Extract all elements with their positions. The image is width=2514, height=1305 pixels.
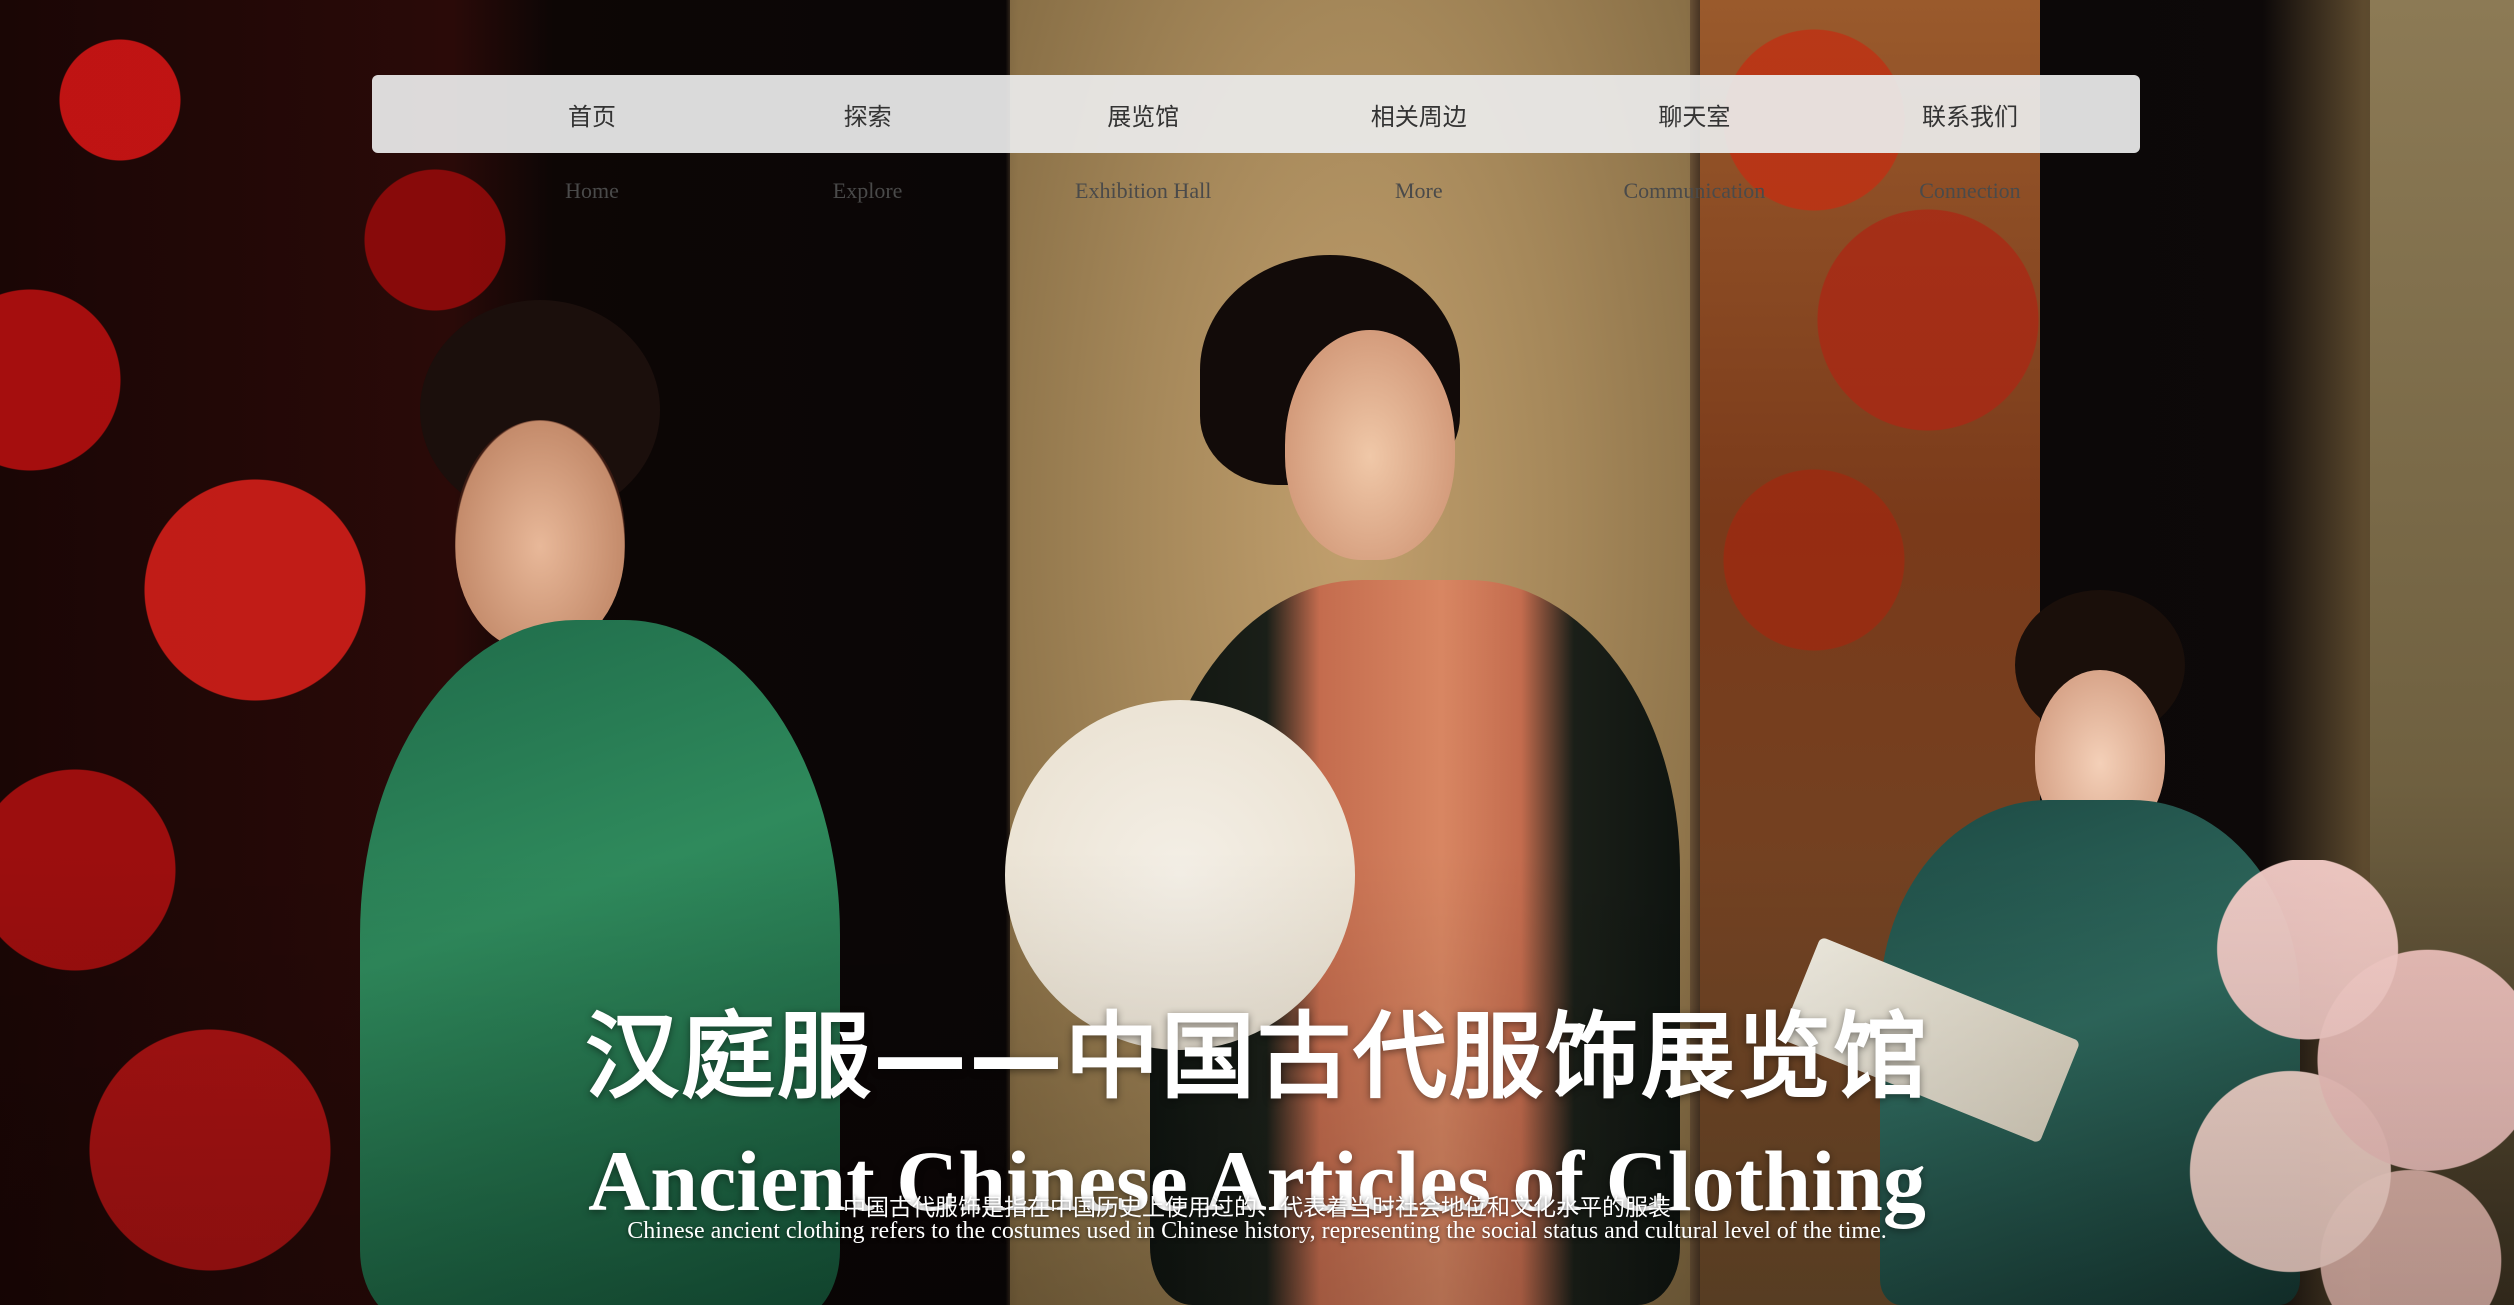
figure-center-hair xyxy=(1200,255,1460,485)
hero-description-english: Chinese ancient clothing refers to the c… xyxy=(627,1218,1887,1244)
hero-banner: 首页 探索 展览馆 相关周边 聊天室 联系我们 Home Explore Exh… xyxy=(0,0,2514,1305)
nav-item-home[interactable]: 首页 xyxy=(492,97,692,132)
figure-left-face xyxy=(455,420,625,650)
nav-subtitle-more: More xyxy=(1394,178,1443,203)
nav-item-communication[interactable]: 聊天室 xyxy=(1594,97,1794,132)
nav-item-explore[interactable]: 探索 xyxy=(768,97,968,132)
figure-right-hair xyxy=(2015,590,2185,740)
nav-subtitle-explore: Explore xyxy=(832,178,903,203)
nav-subtitle-exhibition-hall: Exhibition Hall xyxy=(1075,178,1212,203)
hero-description-chinese: 中国古代服饰是指在中国历史上使用过的、代表着当时社会地位和文化水平的服装 xyxy=(843,1195,1671,1221)
nav-item-exhibition-hall[interactable]: 展览馆 xyxy=(1043,97,1243,132)
nav-subtitles: Home Explore Exhibition Hall More Commun… xyxy=(372,178,2140,204)
top-nav-bar: 首页 探索 展览馆 相关周边 聊天室 联系我们 xyxy=(372,75,2140,153)
nav-subtitle-home: Home xyxy=(565,178,619,203)
nav-subtitle-connection: Connection xyxy=(1919,178,2021,203)
nav-item-connection[interactable]: 联系我们 xyxy=(1870,97,2070,132)
figure-right-face xyxy=(2035,670,2165,840)
figure-left-hair xyxy=(420,300,660,520)
hero-title-chinese: 汉庭服——中国古代服饰展览馆 xyxy=(584,1002,1929,1112)
nav-item-more[interactable]: 相关周边 xyxy=(1319,97,1519,132)
nav-subtitle-communication: Communication xyxy=(1623,178,1766,203)
figure-center-face xyxy=(1285,330,1455,560)
